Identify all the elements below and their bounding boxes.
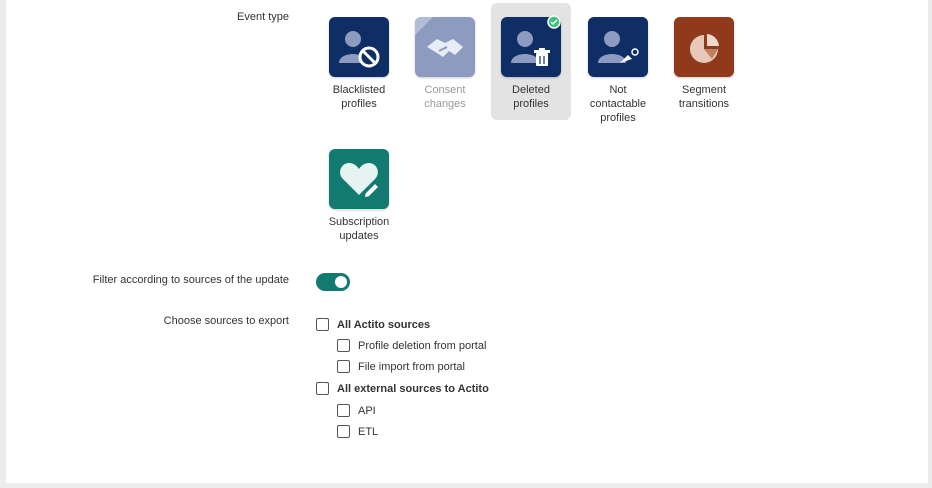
filter-sources-toggle[interactable] <box>316 273 350 291</box>
source-profile-deletion[interactable]: Profile deletion from portal <box>337 339 486 352</box>
tile-not-contactable-profiles[interactable]: Not contactable profiles <box>578 17 658 125</box>
consent-changes-icon-box <box>415 17 475 77</box>
source-file-import[interactable]: File import from portal <box>337 360 465 373</box>
tile-blacklisted-profiles[interactable]: Blacklisted profiles <box>319 17 399 111</box>
not-contactable-icon-box <box>588 17 648 77</box>
file-import-label: File import from portal <box>358 360 465 373</box>
deleted-profiles-icon-box <box>501 15 561 77</box>
tile-segment-transitions[interactable]: Segment transitions <box>664 17 744 111</box>
source-etl[interactable]: ETL <box>337 425 378 438</box>
profile-deletion-label: Profile deletion from portal <box>358 339 487 352</box>
blacklist-icon <box>339 31 380 68</box>
source-all-external[interactable]: All external sources to Actito <box>316 382 489 395</box>
toggle-knob <box>335 276 347 288</box>
selected-check-icon <box>547 15 561 29</box>
filter-sources-label: Filter according to sources of the updat… <box>92 274 289 286</box>
subscription-icon <box>340 163 381 199</box>
choose-sources-label: Choose sources to export <box>163 315 289 327</box>
tile-caption: Deleted profiles <box>512 84 550 110</box>
all-external-checkbox[interactable] <box>316 382 329 395</box>
etl-label: ETL <box>358 425 379 438</box>
tile-caption: Blacklisted profiles <box>332 84 386 110</box>
tile-subscription-updates[interactable]: Subscription updates <box>319 149 399 243</box>
tile-caption: Consent changes <box>424 84 466 110</box>
tile-consent-changes: Consent changes <box>405 17 485 111</box>
api-label: API <box>358 404 376 417</box>
event-type-label: Event type <box>237 11 289 23</box>
all-actito-checkbox[interactable] <box>316 318 329 331</box>
tile-caption: Segment transitions <box>678 84 730 110</box>
profile-deletion-checkbox[interactable] <box>337 339 350 352</box>
segment-icon <box>690 34 719 63</box>
subscription-updates-icon-box <box>329 149 389 209</box>
file-import-checkbox[interactable] <box>337 360 350 373</box>
source-all-actito[interactable]: All Actito sources <box>316 318 430 331</box>
segment-transitions-icon-box <box>674 17 734 77</box>
tile-caption: Not contactable profiles <box>589 84 647 124</box>
api-checkbox[interactable] <box>337 404 350 417</box>
source-api[interactable]: API <box>337 404 376 417</box>
not-contactable-icon <box>598 31 639 63</box>
all-external-label: All external sources to Actito <box>337 382 489 395</box>
blacklisted-profiles-icon-box <box>329 17 389 77</box>
tile-deleted-profiles[interactable]: Deleted profiles <box>491 3 571 120</box>
etl-checkbox[interactable] <box>337 425 350 438</box>
all-actito-label: All Actito sources <box>337 318 431 331</box>
handshake-icon <box>415 17 463 57</box>
tile-caption: Subscription updates <box>328 216 390 242</box>
